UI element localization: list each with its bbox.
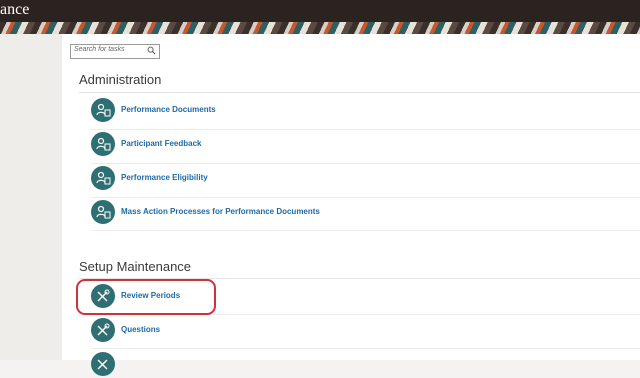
row-divider [91, 348, 640, 349]
person-document-icon [96, 205, 111, 219]
person-document-icon [96, 103, 111, 117]
task-performance-documents[interactable]: Performance Documents [91, 98, 611, 124]
side-panel [0, 34, 62, 360]
section-divider [79, 92, 640, 93]
task-label[interactable]: Performance Eligibility [121, 173, 208, 182]
tools-icon [97, 359, 108, 370]
highlight-annotation [76, 279, 216, 315]
search-icon[interactable] [147, 46, 156, 55]
task-participant-feedback[interactable]: Participant Feedback [91, 132, 611, 158]
search-placeholder: Search for tasks [74, 46, 125, 53]
top-bar: ance [0, 0, 640, 22]
task-questions[interactable]: Questions [91, 318, 611, 344]
row-divider [91, 197, 640, 198]
task-label[interactable]: Performance Documents [121, 105, 216, 114]
person-document-icon [96, 137, 111, 151]
tools-icon [97, 323, 110, 336]
task-icon-circle [91, 352, 115, 376]
task-partial-next[interactable] [91, 352, 611, 378]
app-title: ance [0, 1, 30, 18]
main-content: Search for tasks Administration Performa… [62, 34, 640, 376]
row-divider [91, 129, 640, 130]
task-icon-circle [91, 200, 115, 224]
row-divider [91, 230, 640, 231]
section-title-administration: Administration [79, 72, 162, 87]
task-icon-circle [91, 132, 115, 156]
task-label[interactable]: Participant Feedback [121, 139, 201, 148]
section-title-setup-maintenance: Setup Maintenance [79, 259, 192, 274]
task-mass-action-processes[interactable]: Mass Action Processes for Performance Do… [91, 200, 611, 226]
task-icon-circle [91, 98, 115, 122]
row-divider [91, 163, 640, 164]
task-label[interactable]: Mass Action Processes for Performance Do… [121, 207, 320, 216]
task-icon-circle [91, 166, 115, 190]
person-document-icon [96, 171, 111, 185]
search-input[interactable]: Search for tasks [70, 44, 160, 59]
task-label[interactable]: Questions [121, 325, 160, 334]
task-icon-circle [91, 318, 115, 342]
header-banner [0, 22, 640, 34]
task-performance-eligibility[interactable]: Performance Eligibility [91, 166, 611, 192]
